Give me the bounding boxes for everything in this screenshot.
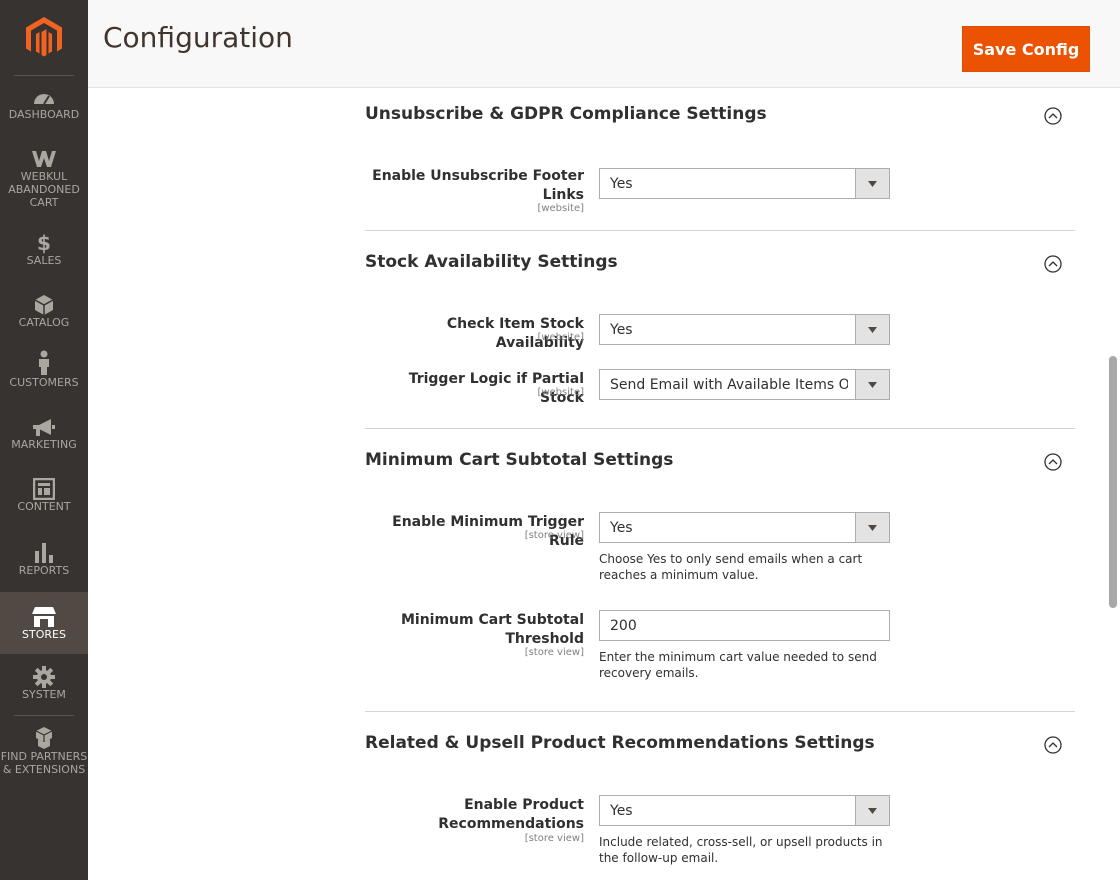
section-title: Unsubscribe & GDPR Compliance Settings [365,104,767,124]
collapse-circle-icon[interactable] [1044,453,1062,471]
field-label-product-recommendations: Enable Product Recommendations [438,797,584,832]
logo-divider [14,75,74,76]
section-product-recommendations[interactable]: Related & Upsell Product Recommendations… [365,733,1075,757]
select-toggle[interactable] [855,796,889,825]
select-unsubscribe-links[interactable]: Yes [599,168,890,199]
section-divider [365,428,1075,429]
section-title: Stock Availability Settings [365,252,618,272]
section-divider [365,711,1075,712]
nav-reports[interactable]: REPORTS [0,542,88,582]
caret-down-icon [868,381,877,388]
select-value: Send Email with Available Items Only [610,377,848,393]
section-stock-availability[interactable]: Stock Availability Settings [365,252,1075,276]
nav-sales[interactable]: $ SALES [0,232,88,272]
field-scope: [store view] [524,833,584,844]
select-value: Yes [610,176,633,192]
nav-dashboard[interactable]: DASHBOARD [0,88,88,140]
dollar-icon: $ [37,231,51,255]
layout-icon [33,478,55,500]
field-scope: [store view] [524,530,584,541]
nav-customers[interactable]: CUSTOMERS [0,350,88,396]
field-scope: [store view] [524,647,584,658]
section-unsubscribe-gdpr[interactable]: Unsubscribe & GDPR Compliance Settings [365,104,1075,128]
section-title: Related & Upsell Product Recommendations… [365,733,875,753]
nav-content[interactable]: CONTENT [0,478,88,520]
megaphone-icon [33,419,55,436]
select-min-trigger-rule[interactable]: Yes [599,512,890,543]
field-scope: [website] [537,203,584,214]
collapse-circle-icon[interactable] [1044,736,1062,754]
section-title: Minimum Cart Subtotal Settings [365,450,674,470]
collapse-circle-icon[interactable] [1044,107,1062,125]
section-minimum-cart-subtotal[interactable]: Minimum Cart Subtotal Settings [365,450,1075,474]
min-subtotal-input[interactable] [599,610,890,641]
field-label-min-subtotal: Minimum Cart Subtotal Threshold [400,612,584,647]
nav-find-partners[interactable]: FIND PARTNERS & EXTENSIONS [0,726,88,780]
nav-webkul-abandoned-cart[interactable]: WEBKUL ABANDONED CART [0,148,88,214]
box-icon [34,295,54,315]
select-toggle[interactable] [855,513,889,542]
select-value: Yes [610,520,633,536]
caret-down-icon [868,326,877,333]
page-scrollbar[interactable] [1109,356,1117,608]
select-toggle[interactable] [855,169,889,198]
collapse-circle-icon[interactable] [1044,255,1062,273]
page-title: Configuration [103,21,293,54]
select-toggle[interactable] [855,315,889,344]
nav-marketing[interactable]: MARKETING [0,418,88,458]
section-divider [365,230,1075,231]
magento-logo-icon [26,17,62,57]
caret-down-icon [868,180,877,187]
select-value: Yes [610,322,633,338]
select-value: Yes [610,803,633,819]
magento-logo[interactable] [0,0,88,76]
nav-catalog[interactable]: CATALOG [0,294,88,334]
select-partial-stock-logic[interactable]: Send Email with Available Items Only [599,369,890,400]
nav-stores[interactable]: STORES [0,592,88,654]
dashboard-icon [34,94,54,105]
caret-down-icon [868,807,877,814]
person-icon [39,350,49,375]
nav-divider [14,715,74,716]
save-config-button[interactable]: Save Config [962,26,1090,72]
field-label-unsubscribe-links: Enable Unsubscribe Footer Links [372,168,584,203]
store-icon [32,607,56,627]
page-header: Configuration Save Config [88,0,1120,88]
field-scope: [website] [537,387,584,398]
field-note: Include related, cross-sell, or upsell p… [599,835,883,865]
field-scope: [website] [537,332,584,343]
caret-down-icon [868,524,877,531]
nav-system[interactable]: SYSTEM [0,666,88,706]
select-product-recommendations[interactable]: Yes [599,795,890,826]
field-note: Enter the minimum cart value needed to s… [599,650,877,680]
select-check-stock[interactable]: Yes [599,314,890,345]
cubes-icon [35,727,53,749]
gear-icon [33,666,55,688]
bar-chart-icon [35,543,53,563]
webkul-icon [32,151,56,167]
field-note: Choose Yes to only send emails when a ca… [599,552,863,582]
select-toggle[interactable] [855,370,889,399]
admin-sidebar: DASHBOARD WEBKUL ABANDONED CART $ SALES … [0,0,88,880]
